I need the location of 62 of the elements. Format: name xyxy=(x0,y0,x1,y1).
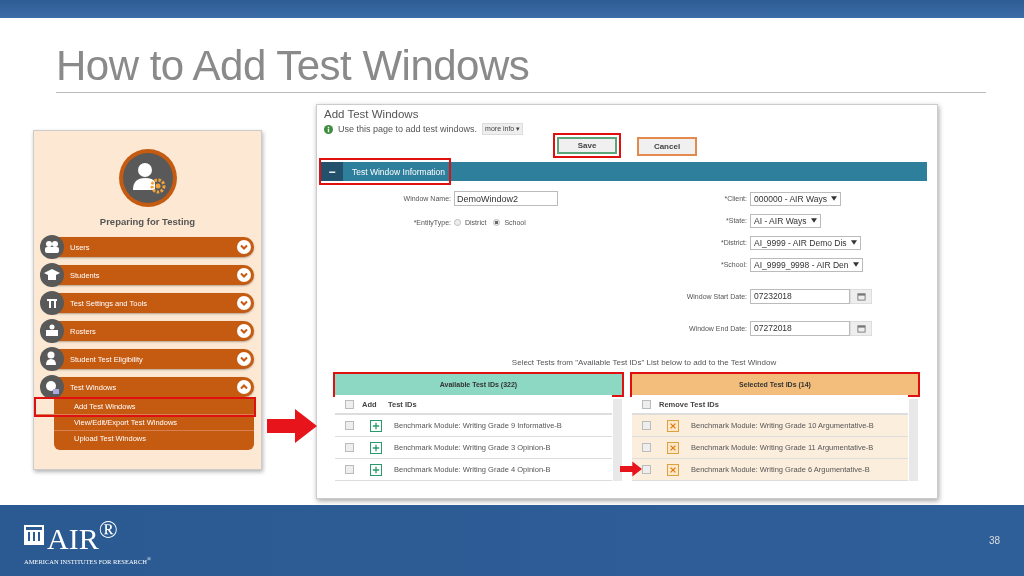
calendar-button[interactable] xyxy=(850,321,872,336)
save-button[interactable]: Save xyxy=(553,132,621,158)
info-text: Use this page to add test windows. xyxy=(338,124,478,134)
checkbox[interactable] xyxy=(345,421,354,430)
person-icon xyxy=(40,347,64,371)
users-icon xyxy=(40,235,64,259)
radio-button[interactable] xyxy=(454,219,461,226)
tools-icon xyxy=(40,291,64,315)
radio-button[interactable] xyxy=(493,219,501,226)
page-number: 38 xyxy=(988,535,1000,546)
checkbox[interactable] xyxy=(642,465,651,474)
dropdown-value: AI_9999 - AIR Demo Dis xyxy=(754,237,847,248)
date-field[interactable]: 07272018 xyxy=(750,321,850,336)
graduation-cap-icon xyxy=(40,263,64,287)
dropdown[interactable]: 000000 - AIR Ways xyxy=(750,191,841,206)
dropdown-value: AI_9999_9998 - AIR Den xyxy=(754,259,849,270)
dropdown[interactable]: AI_9999 - AIR Demo Dis xyxy=(750,235,861,250)
checkbox[interactable] xyxy=(642,443,651,452)
checkbox[interactable] xyxy=(642,421,651,430)
checkbox[interactable] xyxy=(345,443,354,452)
plus-icon xyxy=(372,421,380,430)
remove-button[interactable] xyxy=(667,463,679,476)
roster-icon xyxy=(40,319,64,343)
add-button[interactable] xyxy=(370,463,382,476)
x-icon xyxy=(669,465,677,474)
calendar-icon xyxy=(856,324,866,333)
remove-button[interactable] xyxy=(667,419,679,432)
checkbox[interactable] xyxy=(345,399,354,409)
add-button[interactable] xyxy=(370,441,382,454)
scrollbar[interactable] xyxy=(909,399,918,481)
dropdown-value: AI - AIR Ways xyxy=(754,215,807,226)
calendar-button[interactable] xyxy=(850,289,872,304)
collapse-toggle[interactable]: − xyxy=(321,162,343,181)
calendar-icon xyxy=(856,292,866,301)
scrollbar[interactable] xyxy=(613,399,622,481)
page-title: Add Test Windows xyxy=(324,108,420,120)
plus-icon xyxy=(372,443,380,452)
dropdown-caret-icon xyxy=(850,240,857,245)
slide-title: How to Add Test Windows xyxy=(56,42,986,93)
dropdown-value: 000000 - AIR Ways xyxy=(754,193,827,204)
checkbox[interactable] xyxy=(642,399,651,409)
logo-text: AIR$^{®}$ xyxy=(47,515,118,555)
date-field[interactable]: 07232018 xyxy=(750,289,850,304)
plus-icon xyxy=(372,465,380,474)
dropdown[interactable]: AI_9999_9998 - AIR Den xyxy=(750,257,863,272)
x-icon xyxy=(669,443,677,452)
window-name-field[interactable]: DemoWindow2 xyxy=(454,191,558,206)
remove-button[interactable] xyxy=(667,441,679,454)
section-title: Test Window Information xyxy=(352,166,446,177)
dropdown-caret-icon xyxy=(830,196,837,201)
x-icon xyxy=(669,421,677,430)
instruction-text: Select Tests from "Available Test IDs" List below to add to the Test Window xyxy=(510,358,778,367)
checkbox[interactable] xyxy=(345,465,354,474)
info-icon xyxy=(324,124,333,134)
dropdown[interactable]: AI - AIR Ways xyxy=(750,213,821,228)
dropdown-caret-icon xyxy=(852,262,859,267)
building-icon xyxy=(24,524,44,545)
user-gear-icon xyxy=(117,148,178,208)
add-button[interactable] xyxy=(370,419,382,432)
cancel-button[interactable]: Cancel xyxy=(637,137,697,156)
sidebar-heading: Preparing for Testing xyxy=(99,216,196,227)
dropdown-caret-icon xyxy=(810,218,817,223)
